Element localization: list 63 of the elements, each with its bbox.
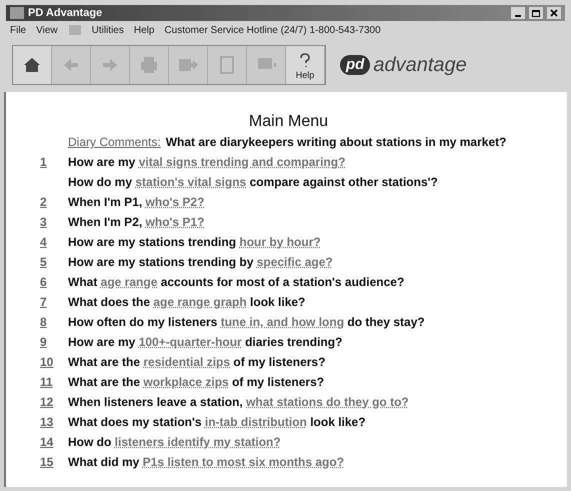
question-link[interactable]: listeners identify my station? — [114, 435, 281, 449]
question-text: What did my P1s listen to most six months ago? — [68, 454, 344, 471]
question-link[interactable]: vital signs trending and comparing? — [138, 155, 346, 169]
menu-item[interactable]: Utilities — [92, 22, 124, 38]
question-link[interactable]: tune in, and how long — [220, 315, 344, 329]
question-link[interactable]: P1s listen to most six months ago? — [142, 455, 344, 469]
item-number-link[interactable]: 1 — [40, 152, 47, 172]
menu-title: Main Menu — [248, 112, 330, 132]
question-text: What does the age range graph look like? — [68, 294, 306, 311]
item-number-link[interactable]: 12 — [40, 392, 54, 412]
logo: pd advantage — [340, 50, 467, 80]
minimize-button[interactable] — [511, 7, 525, 19]
toolbar-button[interactable] — [13, 46, 52, 84]
question-text: How do my station's vital signs compare against other stations'? — [68, 174, 438, 191]
question-text: What does my station's in-tab distribution look like? — [68, 414, 366, 431]
question-link[interactable]: 100+-quarter-hour — [138, 335, 242, 349]
item-number-link[interactable]: 9 — [40, 332, 47, 352]
question-link[interactable]: age range graph — [153, 295, 247, 309]
item-number-link[interactable]: 13 — [40, 412, 54, 432]
item-number-link[interactable]: 15 — [40, 452, 54, 472]
question-text: What are the workplace zips of my listeners? — [68, 374, 324, 391]
item-number-link[interactable]: 8 — [40, 312, 47, 332]
question-link[interactable]: residential zips — [143, 355, 230, 369]
question-link[interactable]: workplace zips — [143, 375, 229, 389]
item-number-link[interactable]: 14 — [40, 432, 54, 452]
maximize-button[interactable] — [529, 7, 543, 19]
toolbar-button[interactable]: Help — [286, 46, 325, 84]
window-title: PD Advantage — [28, 6, 104, 21]
question-text: What are diarykeepers writing about stations in my market? — [166, 134, 506, 151]
question-text: What age range accounts for most of a station's audience? — [68, 274, 404, 291]
close-button[interactable] — [547, 7, 561, 19]
menu-item[interactable]: File — [10, 22, 26, 38]
question-link[interactable]: who's P2? — [146, 195, 204, 209]
question-link[interactable]: who's P1? — [146, 215, 204, 229]
question-text: When I'm P2, who's P1? — [68, 214, 204, 231]
question-link[interactable]: in-tab distribution — [204, 415, 307, 429]
item-number-link[interactable]: 3 — [40, 212, 47, 232]
question-text: How are my stations trending hour by hour? — [68, 234, 321, 251]
item-number-link[interactable]: 6 — [40, 272, 47, 292]
question-link[interactable]: age range — [100, 275, 158, 289]
question-text: When I'm P1, who's P2? — [68, 194, 204, 211]
question-link[interactable]: what stations do they go to? — [246, 395, 409, 409]
item-number-link[interactable]: 4 — [40, 232, 47, 252]
item-number-link[interactable]: 5 — [40, 252, 47, 272]
app-icon — [10, 7, 24, 19]
question-text: What are the residential zips of my listeners? — [68, 354, 326, 371]
item-number-link[interactable]: 7 — [40, 292, 47, 312]
menu-item[interactable]: Customer Service Hotline (24/7) 1-800-543-7300 — [164, 22, 381, 38]
question-text: How often do my listeners tune in, and how long do they stay? — [68, 314, 425, 331]
question-text: How are my vital signs trending and comparing? — [68, 154, 346, 171]
question-link[interactable]: station's vital signs — [135, 175, 246, 189]
question-text: How do listeners identify my station? — [68, 434, 281, 451]
menu-item[interactable]: Help — [134, 22, 154, 38]
diary-comments-link[interactable]: Diary Comments: — [68, 132, 161, 152]
question-link[interactable]: hour by hour? — [239, 235, 321, 249]
question-link[interactable]: specific age? — [256, 255, 333, 269]
item-number-link[interactable]: 2 — [40, 192, 47, 212]
menu-item[interactable]: View — [36, 22, 58, 38]
item-number-link[interactable]: 11 — [40, 372, 53, 392]
question-text: When listeners leave a station, what stations do they go to? — [68, 394, 409, 411]
question-text: How are my stations trending by specific age? — [68, 254, 333, 271]
question-text: How are my 100+-quarter-hour diaries trending? — [68, 334, 342, 351]
item-number-link[interactable]: 10 — [40, 352, 54, 372]
